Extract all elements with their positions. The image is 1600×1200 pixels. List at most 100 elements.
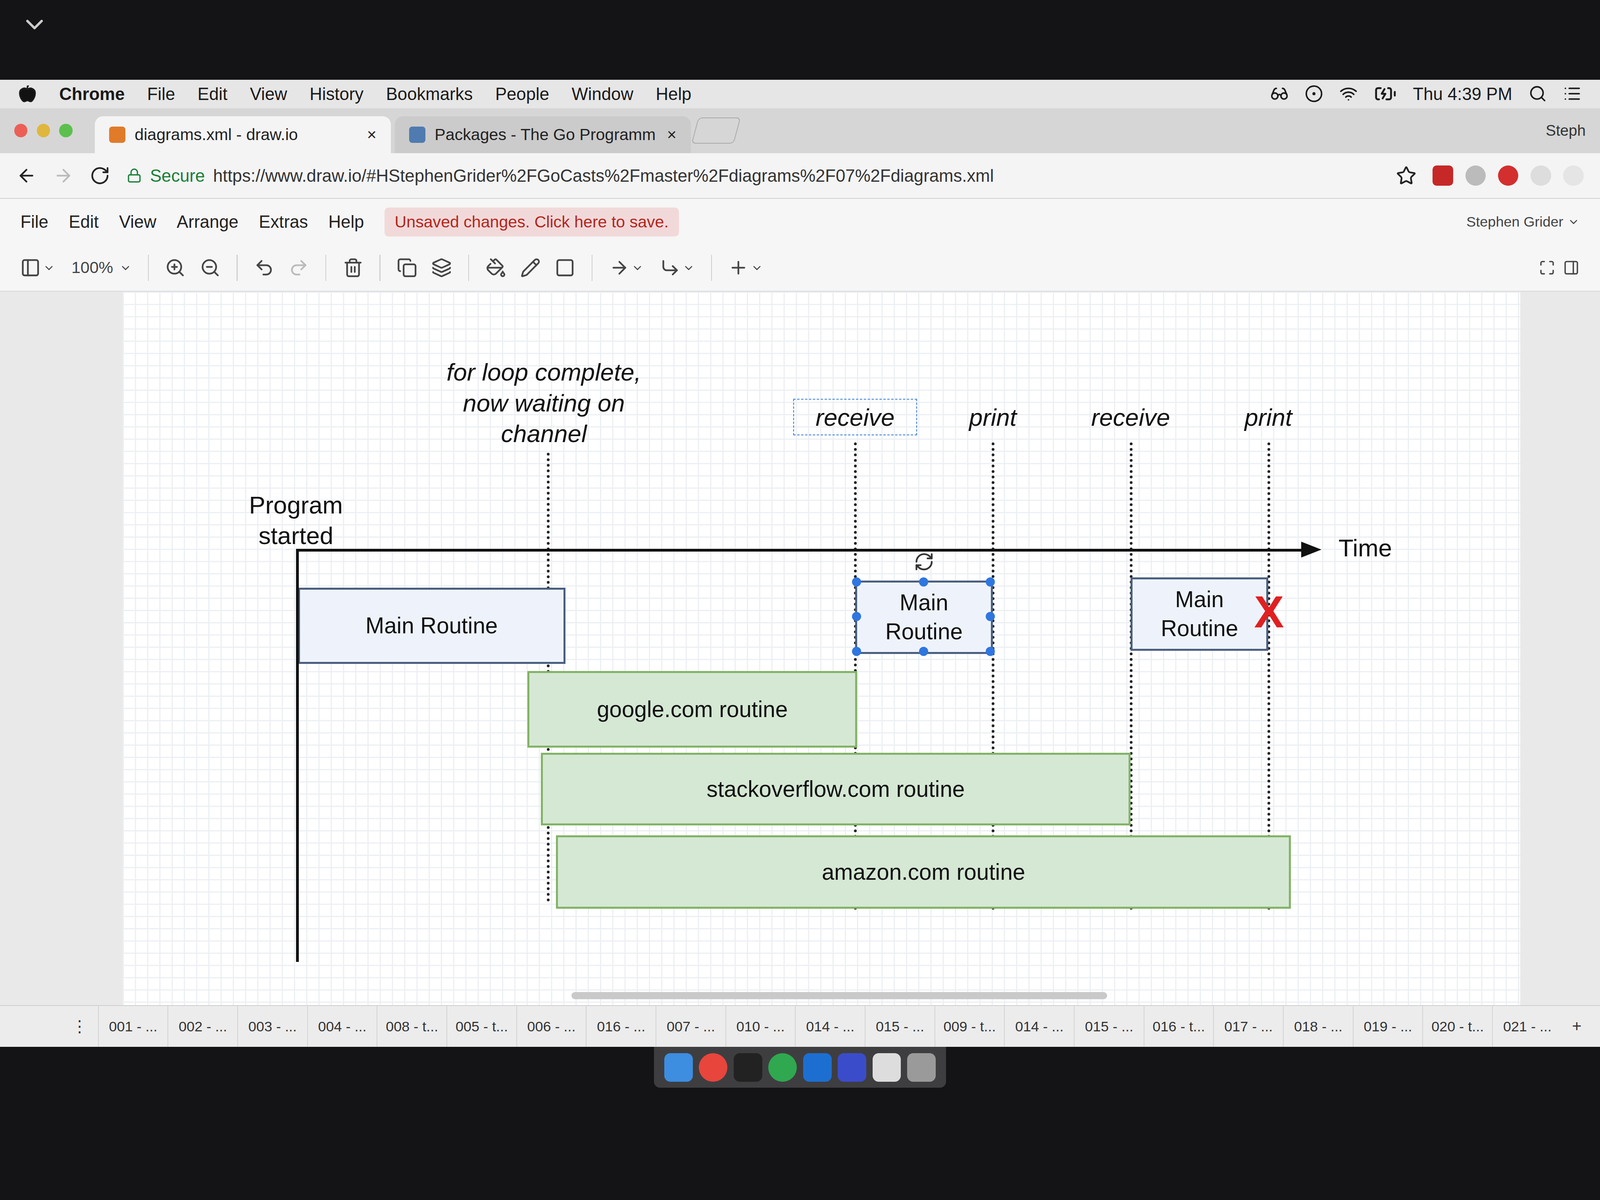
main-routine-box[interactable]: Main Routine [855, 580, 993, 654]
shadow-icon[interactable] [554, 257, 575, 278]
page-tab[interactable]: 007 - ... [655, 1005, 726, 1047]
page-tab[interactable]: 001 - ... [98, 1005, 168, 1047]
menu-item[interactable]: Edit [197, 84, 228, 104]
menu-item[interactable]: View [250, 84, 288, 104]
zoom-button[interactable] [59, 123, 73, 137]
chevron-icon[interactable] [631, 261, 644, 275]
close-button[interactable] [14, 123, 28, 137]
time-label[interactable]: Time [1324, 530, 1407, 566]
menu-item[interactable]: Bookmarks [386, 84, 474, 104]
format-panel-icon[interactable] [1563, 259, 1580, 276]
clock[interactable]: Thu 4:39 PM [1413, 84, 1513, 104]
menu-item[interactable]: File [147, 84, 175, 104]
to-front-icon[interactable] [396, 257, 418, 278]
resize-handle[interactable] [985, 646, 995, 656]
page-tab[interactable]: 002 - ... [167, 1005, 238, 1047]
connection-icon[interactable] [609, 257, 630, 278]
drawio-menu-item[interactable]: Arrange [176, 211, 239, 232]
finder-icon[interactable] [664, 1053, 693, 1082]
waiting-label[interactable]: for loop complete, now waiting on channe… [431, 354, 657, 451]
resize-handle[interactable] [919, 577, 929, 587]
add-page-button[interactable]: + [1561, 1005, 1592, 1047]
to-back-icon[interactable] [431, 257, 452, 278]
menu-item[interactable]: History [309, 84, 364, 104]
menu-item[interactable]: Help [655, 84, 692, 104]
minimize-button[interactable] [36, 123, 50, 137]
routine-box[interactable]: stackoverflow.com routine [540, 752, 1131, 826]
page-menu[interactable]: ⋮ [61, 1005, 98, 1047]
page-tab[interactable]: 016 - ... [585, 1005, 656, 1047]
page-tab[interactable]: 019 - ... [1352, 1005, 1423, 1047]
browser-tab[interactable]: Packages - The Go Programm× [394, 116, 691, 154]
page-tab[interactable]: 017 - ... [1213, 1005, 1283, 1047]
routine-box[interactable]: amazon.com routine [555, 835, 1291, 909]
menu-item[interactable]: Window [571, 84, 634, 104]
page-tab[interactable]: 004 - ... [307, 1005, 377, 1047]
drawio-menu-item[interactable]: Edit [68, 211, 99, 232]
page-tab[interactable]: 005 - t... [446, 1005, 517, 1047]
fullscreen-icon[interactable] [1538, 259, 1556, 276]
page-tab[interactable]: 015 - ... [864, 1005, 935, 1047]
redo-icon[interactable] [288, 257, 309, 278]
page-tab[interactable]: 015 - ... [1073, 1005, 1144, 1047]
page-tab[interactable]: 016 - t... [1143, 1005, 1214, 1047]
line-color-icon[interactable] [520, 257, 541, 278]
cross-mark[interactable]: X [1253, 589, 1284, 635]
trash-icon[interactable] [907, 1053, 936, 1082]
glasses-icon[interactable] [1270, 84, 1289, 103]
app-name[interactable]: Chrome [59, 84, 125, 104]
page-tab[interactable]: 018 - ... [1282, 1005, 1353, 1047]
fill-icon[interactable] [485, 257, 506, 278]
drawio-menu-item[interactable]: File [20, 211, 49, 232]
search-icon[interactable] [1528, 84, 1547, 103]
extension-icon[interactable] [1432, 165, 1453, 186]
apple-icon[interactable] [18, 84, 37, 103]
zoom-in-icon[interactable] [165, 257, 186, 278]
drawio-menu-item[interactable]: View [119, 211, 157, 232]
page-tab[interactable]: 014 - ... [794, 1005, 865, 1047]
page-tab[interactable]: 010 - ... [725, 1005, 796, 1047]
menu-item[interactable]: People [495, 84, 550, 104]
event-label[interactable]: receive [1069, 399, 1193, 435]
diagram-canvas[interactable]: Program startedfor loop complete, now wa… [122, 291, 1521, 1006]
new-tab-button[interactable] [691, 117, 741, 144]
routine-box[interactable]: google.com routine [527, 671, 858, 748]
globe-icon[interactable] [768, 1053, 797, 1082]
resize-handle[interactable] [851, 577, 862, 587]
zoom-select[interactable]: 100% [71, 258, 132, 277]
chevron-icon[interactable] [682, 261, 695, 275]
reload-icon[interactable] [89, 165, 110, 186]
time-axis[interactable] [296, 548, 1304, 552]
resize-handle[interactable] [985, 611, 995, 622]
page-tab[interactable]: 020 - t... [1422, 1005, 1493, 1047]
main-routine-box[interactable]: Main Routine [1130, 577, 1269, 651]
document-icon[interactable] [872, 1053, 902, 1082]
insert-icon[interactable] [728, 257, 749, 278]
tab-close[interactable]: × [667, 125, 677, 145]
event-label[interactable]: print [1207, 399, 1330, 435]
chrome-icon[interactable] [698, 1053, 728, 1082]
tab-close[interactable]: × [367, 125, 377, 145]
forward-icon[interactable] [53, 165, 74, 186]
routine-axis[interactable] [296, 548, 300, 962]
page-tab[interactable]: 021 - ... [1492, 1005, 1562, 1047]
waypoint-icon[interactable] [659, 257, 681, 278]
resize-handle[interactable] [985, 577, 995, 587]
resize-handle[interactable] [919, 646, 929, 656]
vscode-icon[interactable] [803, 1053, 832, 1082]
page-tab[interactable]: 003 - ... [237, 1005, 308, 1047]
main-routine-box[interactable]: Main Routine [298, 587, 566, 665]
page-tab[interactable]: 014 - ... [1003, 1005, 1074, 1047]
undo-icon[interactable] [253, 257, 275, 278]
browser-icon[interactable] [837, 1053, 867, 1082]
resize-handle[interactable] [851, 646, 862, 656]
list-icon[interactable] [1563, 84, 1582, 103]
battery-icon[interactable] [1374, 82, 1397, 106]
extension-icon[interactable] [1563, 165, 1584, 186]
star-icon[interactable] [1396, 165, 1417, 186]
chevron-icon[interactable] [42, 261, 56, 275]
back-icon[interactable] [16, 165, 37, 186]
delete-icon[interactable] [342, 257, 364, 278]
extension-icon[interactable] [1530, 165, 1551, 186]
chevron-icon[interactable] [750, 261, 764, 275]
